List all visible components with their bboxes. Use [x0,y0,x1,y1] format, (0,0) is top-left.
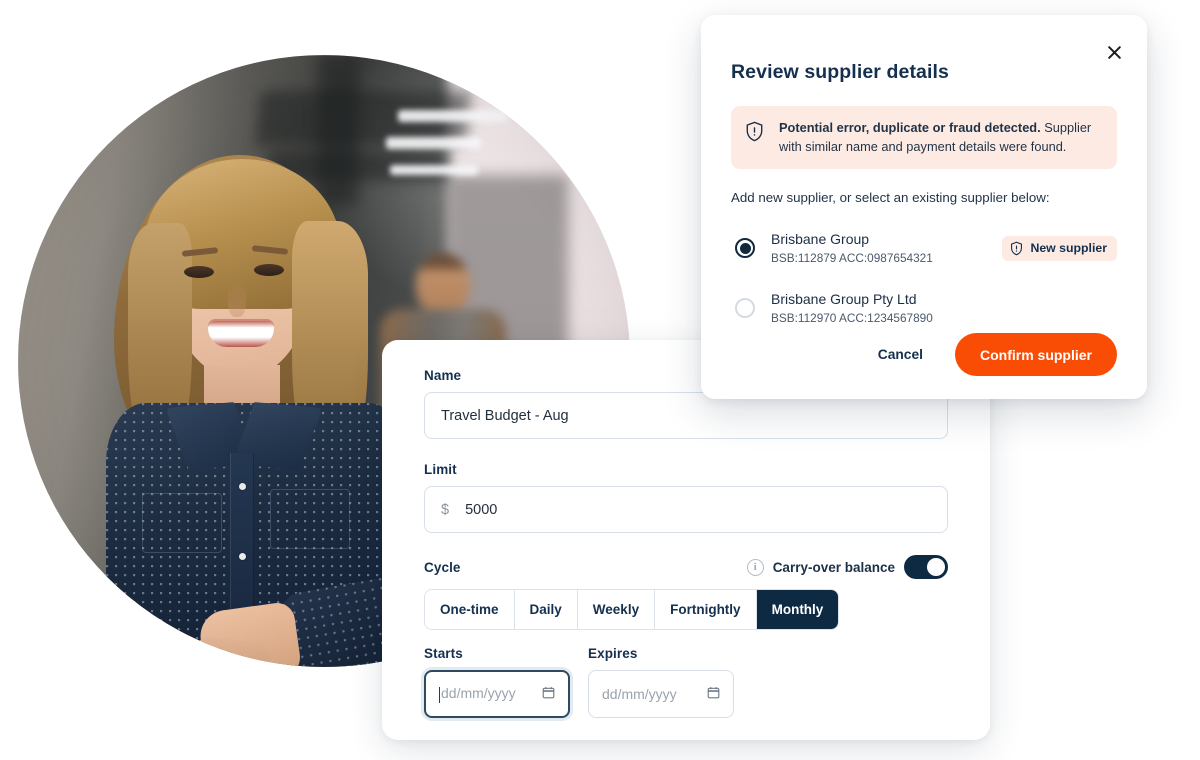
supplier-radio-selected[interactable] [735,238,755,259]
expires-label: Expires [588,646,638,661]
limit-input-value: 5000 [465,501,498,518]
supplier-info: Brisbane Group Pty Ltd BSB:112970 ACC:12… [771,291,933,325]
currency-symbol: $ [441,501,450,518]
supplier-option-row[interactable]: Brisbane Group Pty Ltd BSB:112970 ACC:12… [731,278,1117,338]
expires-date-input[interactable]: dd/mm/yyyy [588,670,734,718]
fraud-alert-strong: Potential error, duplicate or fraud dete… [779,120,1041,135]
limit-label: Limit [424,462,457,477]
supplier-bank-details: BSB:112970 ACC:1234567890 [771,310,933,325]
cancel-button[interactable]: Cancel [868,341,933,368]
supplier-bank-details: BSB:112879 ACC:0987654321 [771,250,933,265]
starts-placeholder: dd/mm/yyyy [441,685,516,702]
cycle-label: Cycle [424,559,461,575]
supplier-radio-unselected[interactable] [735,298,755,319]
cycle-segmented-control[interactable]: One-time Daily Weekly Fortnightly Monthl… [424,589,840,630]
cycle-option-fortnightly[interactable]: Fortnightly [655,590,757,629]
cycle-option-weekly[interactable]: Weekly [577,590,656,629]
supplier-prompt: Add new supplier, or select an existing … [731,190,1050,206]
close-icon[interactable] [1103,41,1125,63]
limit-input[interactable]: $ 5000 [424,486,948,533]
cycle-option-one-time[interactable]: One-time [425,590,515,629]
cycle-option-daily[interactable]: Daily [514,590,578,629]
info-icon[interactable]: i [746,558,764,576]
confirm-supplier-button[interactable]: Confirm supplier [954,333,1117,376]
expires-field: Expires dd/mm/yyyy [588,646,734,718]
new-supplier-badge: New supplier [1002,235,1117,261]
calendar-icon[interactable] [542,686,555,702]
shield-alert-icon [1010,241,1023,256]
supplier-name: Brisbane Group Pty Ltd [771,291,917,308]
starts-field: Starts dd/mm/yyyy [424,646,570,718]
new-supplier-badge-label: New supplier [1030,241,1107,256]
name-input-value: Travel Budget - Aug [441,407,569,424]
review-supplier-modal: Review supplier details Potential error,… [701,15,1147,399]
supplier-name: Brisbane Group [771,231,870,248]
starts-date-input[interactable]: dd/mm/yyyy [424,670,570,718]
fraud-alert-text: Potential error, duplicate or fraud dete… [779,119,1101,156]
starts-label: Starts [424,646,463,661]
modal-title: Review supplier details [731,61,949,83]
expires-placeholder: dd/mm/yyyy [602,686,677,702]
name-input[interactable]: Travel Budget - Aug [424,392,948,439]
supplier-info: Brisbane Group BSB:112879 ACC:0987654321 [771,231,933,265]
carry-over-label: Carry-over balance [772,559,895,575]
budget-form-card: Name Travel Budget - Aug Limit $ 5000 Cy… [382,340,990,740]
supplier-list: Brisbane Group BSB:112879 ACC:0987654321… [731,218,1117,338]
fraud-alert: Potential error, duplicate or fraud dete… [731,106,1117,170]
carry-over-toggle[interactable] [904,555,948,579]
cycle-option-monthly[interactable]: Monthly [756,590,839,629]
supplier-option-row[interactable]: Brisbane Group BSB:112879 ACC:0987654321… [731,218,1117,278]
calendar-icon[interactable] [707,686,720,702]
shield-alert-icon [745,121,764,147]
modal-actions: Cancel Confirm supplier [868,333,1117,376]
